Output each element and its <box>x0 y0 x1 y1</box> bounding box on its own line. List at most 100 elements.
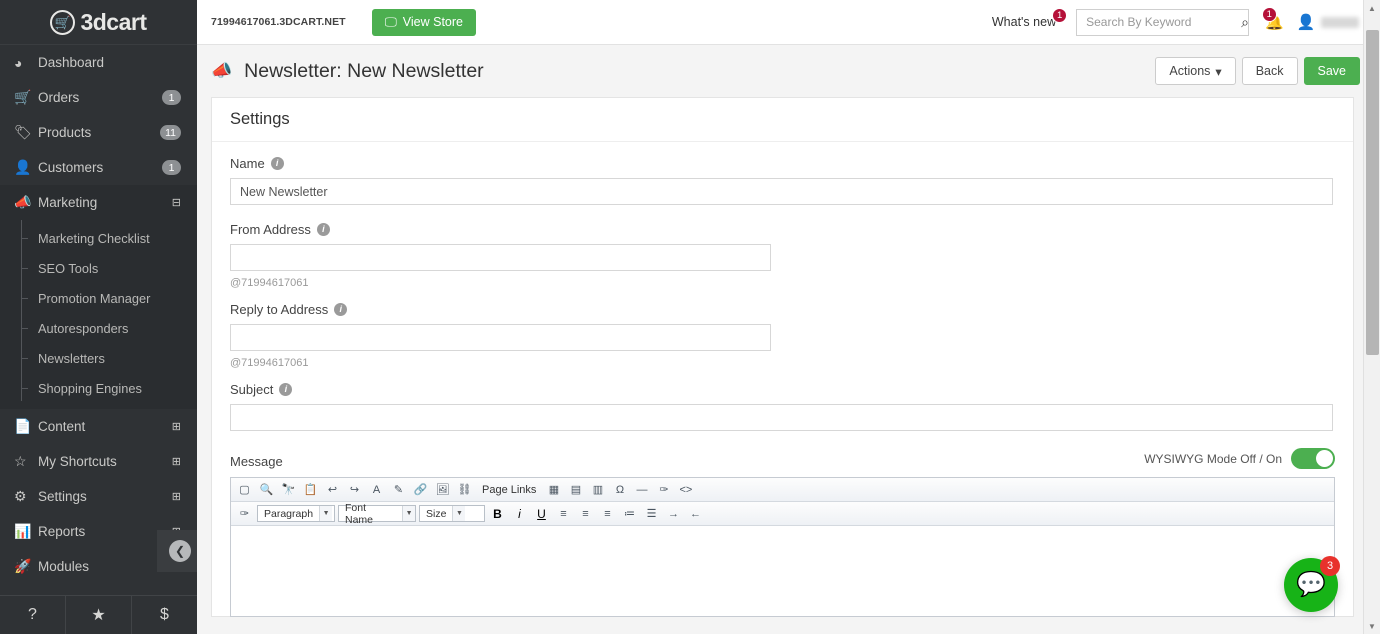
whats-new-link[interactable]: What's new 1 <box>992 8 1070 29</box>
info-icon[interactable]: i <box>334 303 348 316</box>
sidebar-item-orders[interactable]: 🛒 Orders 1 <box>0 80 197 115</box>
font-name-select[interactable]: Font Name ▼ <box>338 502 416 526</box>
page-links-icon[interactable]: ⛓ <box>455 480 474 499</box>
message-row: Message WYSIWYG Mode Off / On <box>230 448 1335 469</box>
ordered-list-icon[interactable]: ≔ <box>620 504 639 523</box>
clear-formatting-icon[interactable]: ✑ <box>654 480 673 499</box>
sidebar-item-customers[interactable]: 👤 Customers 1 <box>0 150 197 185</box>
wysiwyg-toggle-knob <box>1316 450 1333 467</box>
info-icon[interactable]: i <box>270 157 284 170</box>
underline-icon[interactable]: U <box>532 504 551 523</box>
italic-icon[interactable]: i <box>510 504 529 523</box>
indent-icon[interactable]: → <box>664 504 683 523</box>
sidebar-item-settings[interactable]: ⚙ Settings ⊞ <box>0 479 197 514</box>
name-label: Name <box>230 156 265 171</box>
from-address-input[interactable] <box>230 244 771 271</box>
insert-table-icon[interactable]: ▦ <box>544 480 563 499</box>
font-name-value: Font Name <box>345 501 374 526</box>
page-scrollbar[interactable]: ▲ ▼ <box>1363 0 1380 634</box>
sub-item-label: SEO Tools <box>38 260 99 276</box>
align-left-icon[interactable]: ≡ <box>554 504 573 523</box>
sidebar-item-products[interactable]: 🏷 Products 11 <box>0 115 197 150</box>
chat-widget-button[interactable]: 💬 3 <box>1284 556 1340 612</box>
sidebar-item-dashboard[interactable]: ◕ Dashboard <box>0 45 197 80</box>
insert-image-icon[interactable]: 🖼 <box>433 480 452 499</box>
expand-plus-icon[interactable]: ⊞ <box>172 490 181 503</box>
view-store-button[interactable]: 🖵 View Store <box>371 8 476 36</box>
sidebar-item-marketing-checklist[interactable]: Marketing Checklist <box>0 223 197 253</box>
sidebar-item-autoresponders[interactable]: Autoresponders <box>0 313 197 343</box>
font-size-select[interactable]: Size ▼ <box>419 505 485 522</box>
source-code-icon[interactable]: <> <box>676 480 695 499</box>
message-editor-body[interactable] <box>231 526 1334 616</box>
name-input[interactable] <box>230 178 1333 205</box>
favorites-star-icon[interactable]: ★ <box>66 596 132 634</box>
back-button[interactable]: Back <box>1241 57 1298 85</box>
search-icon[interactable]: ⌕ <box>1241 14 1249 31</box>
sidebar-item-label: Customers <box>38 160 104 175</box>
preview-icon[interactable]: 🔍 <box>257 480 276 499</box>
brand-logo[interactable]: 🛒 3dcart <box>0 0 197 45</box>
sidebar-item-content[interactable]: 📄 Content ⊞ <box>0 409 197 444</box>
scrollbar-thumb[interactable] <box>1366 30 1379 355</box>
bold-icon[interactable]: B <box>488 504 507 523</box>
field-reply-to-address: Reply to Address i @71994617061 <box>230 302 1335 369</box>
sidebar-item-marketing[interactable]: 📣 Marketing ⊟ <box>0 185 197 220</box>
actions-button[interactable]: Actions ▾ <box>1155 57 1236 85</box>
scroll-up-arrow-icon[interactable]: ▲ <box>1364 0 1380 16</box>
notifications-button[interactable]: 🔔 1 <box>1261 6 1284 32</box>
sub-item-label: Marketing Checklist <box>38 230 150 246</box>
outdent-icon[interactable]: ← <box>686 504 705 523</box>
align-right-icon[interactable]: ≡ <box>598 504 617 523</box>
sidebar-item-newsletters[interactable]: Newsletters <box>0 343 197 373</box>
sidebar-item-seo-tools[interactable]: SEO Tools <box>0 253 197 283</box>
highlight-color-icon[interactable]: ✎ <box>389 480 408 499</box>
chevron-left-circle-icon[interactable]: ❮ <box>169 540 191 562</box>
info-icon[interactable]: i <box>279 383 293 396</box>
user-avatar-icon[interactable]: 👤 <box>1297 13 1316 31</box>
sidebar-item-my-shortcuts[interactable]: ☆ My Shortcuts ⊞ <box>0 444 197 479</box>
redo-icon[interactable]: ↪ <box>345 480 364 499</box>
horizontal-rule-icon[interactable]: — <box>632 480 651 499</box>
sidebar-item-shopping-engines[interactable]: Shopping Engines <box>0 373 197 403</box>
subject-input[interactable] <box>230 404 1333 431</box>
sidebar-nav: ◕ Dashboard 🛒 Orders 1 🏷 Products 11 👤 C… <box>0 45 197 595</box>
wysiwyg-toggle[interactable] <box>1291 448 1335 469</box>
expand-plus-icon[interactable]: ⊞ <box>172 420 181 433</box>
insert-link-icon[interactable]: 🔗 <box>411 480 430 499</box>
save-button[interactable]: Save <box>1303 57 1360 85</box>
search-input[interactable] <box>1086 15 1242 29</box>
insert-form-icon[interactable]: ▥ <box>588 480 607 499</box>
find-replace-icon[interactable]: 🔭 <box>279 480 298 499</box>
megaphone-icon: 📣 <box>211 61 233 80</box>
paste-icon[interactable]: 📋 <box>301 480 320 499</box>
collapse-minus-icon[interactable]: ⊟ <box>172 196 181 209</box>
editor-toolbar-row-2: ✑ Paragraph ▼ Font Name ▼ Size ▼ B i U ≡… <box>231 502 1334 526</box>
info-icon[interactable]: i <box>316 223 330 236</box>
sidebar-item-label: Products <box>38 125 92 140</box>
chevron-down-icon: ▼ <box>402 506 415 521</box>
unordered-list-icon[interactable]: ☰ <box>642 504 661 523</box>
help-icon[interactable]: ? <box>0 596 66 634</box>
undo-icon[interactable]: ↩ <box>323 480 342 499</box>
sub-item-label: Promotion Manager <box>38 290 151 306</box>
billing-dollar-icon[interactable]: $ <box>132 596 197 634</box>
sidebar-item-promotion-manager[interactable]: Promotion Manager <box>0 283 197 313</box>
special-character-icon[interactable]: Ω <box>610 480 629 499</box>
expand-plus-icon[interactable]: ⊞ <box>172 455 181 468</box>
paragraph-format-select[interactable]: Paragraph ▼ <box>257 505 335 522</box>
sub-item-label: Autoresponders <box>38 320 129 336</box>
search-box[interactable]: ⌕ <box>1076 8 1250 36</box>
edit-mode-icon[interactable]: ✑ <box>235 504 254 523</box>
settings-form: Name i From Address i @71994617061 Reply… <box>212 142 1353 617</box>
table-properties-icon[interactable]: ▤ <box>566 480 585 499</box>
new-document-icon[interactable]: ▢ <box>235 480 254 499</box>
text-color-icon[interactable]: A <box>367 480 386 499</box>
message-label: Message <box>230 454 283 469</box>
align-center-icon[interactable]: ≡ <box>576 504 595 523</box>
scroll-down-arrow-icon[interactable]: ▼ <box>1364 618 1380 634</box>
name-label-row: Name i <box>230 156 1335 171</box>
notifications-badge: 1 <box>1261 6 1277 22</box>
reply-to-address-input[interactable] <box>230 324 771 351</box>
page-links-button[interactable]: Page Links <box>477 480 541 499</box>
